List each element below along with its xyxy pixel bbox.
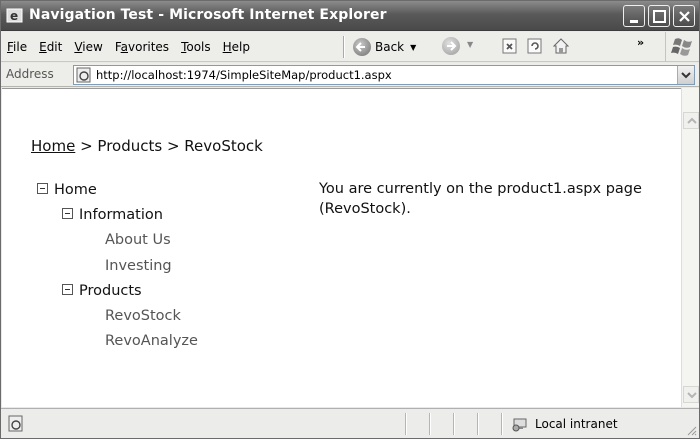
menu-tools-rest: ools xyxy=(186,40,211,54)
status-pane-divider xyxy=(405,413,407,435)
tree-node-home[interactable]: Home xyxy=(37,182,97,198)
chevron-up-icon xyxy=(687,117,697,124)
tree-node-investing[interactable]: Investing xyxy=(105,258,172,274)
forward-dropdown-icon[interactable]: ▼ xyxy=(467,40,473,49)
address-dropdown-button[interactable] xyxy=(677,66,694,84)
close-button[interactable] xyxy=(673,5,695,27)
menu-view[interactable]: View xyxy=(70,40,110,54)
intranet-zone-icon xyxy=(512,418,527,432)
maximize-button[interactable] xyxy=(648,5,670,27)
breadcrumb: Home > Products > RevoStock xyxy=(31,137,263,155)
menu-favorites[interactable]: Favorites xyxy=(111,40,177,54)
tree-node-revostock[interactable]: RevoStock xyxy=(105,308,181,324)
scroll-up-button[interactable] xyxy=(683,112,699,129)
stop-icon[interactable] xyxy=(501,37,519,55)
page-status-icon xyxy=(8,415,23,432)
address-input[interactable]: http://localhost:1974/SimpleSiteMap/prod… xyxy=(73,65,695,85)
tree-node-revoanalyze[interactable]: RevoAnalyze xyxy=(105,333,198,349)
tree-node-products[interactable]: Products xyxy=(62,283,142,299)
breadcrumb-products[interactable]: Products xyxy=(97,137,162,155)
maximize-icon xyxy=(653,10,666,23)
status-bar: Local intranet xyxy=(1,408,699,438)
breadcrumb-separator: > xyxy=(162,137,185,155)
menu-file[interactable]: File xyxy=(3,40,35,54)
forward-arrow-icon xyxy=(447,41,457,51)
breadcrumb-home-link[interactable]: Home xyxy=(31,137,75,155)
breadcrumb-current: RevoStock xyxy=(184,137,263,155)
toolbar-overflow-chevron[interactable]: » xyxy=(637,36,644,49)
forward-button[interactable] xyxy=(442,37,460,55)
menu-file-rest: ile xyxy=(13,40,28,54)
menu-help[interactable]: Help xyxy=(219,40,258,54)
breadcrumb-separator: > xyxy=(75,137,98,155)
tree-node-information[interactable]: Information xyxy=(62,207,163,223)
tree-label-home[interactable]: Home xyxy=(54,182,97,198)
chevron-down-icon xyxy=(687,392,697,399)
resize-grip-icon[interactable] xyxy=(685,424,697,436)
status-pane-divider xyxy=(477,413,479,435)
address-label: Address xyxy=(6,67,54,81)
tree-node-about-us[interactable]: About Us xyxy=(105,232,171,248)
menu-edit-accel: E xyxy=(39,40,47,54)
page-icon xyxy=(76,67,91,83)
menu-help-rest: elp xyxy=(231,40,251,54)
refresh-icon[interactable] xyxy=(526,37,544,55)
scroll-down-button[interactable] xyxy=(683,386,699,403)
minimize-button[interactable] xyxy=(623,5,645,27)
menu-edit[interactable]: Edit xyxy=(35,40,70,54)
tree-label-information[interactable]: Information xyxy=(79,207,163,223)
back-label: Back xyxy=(375,40,405,54)
ie-logo-icon: e xyxy=(6,8,23,23)
security-zone[interactable]: Local intranet xyxy=(511,416,618,432)
menu-favorites-rest: vorites xyxy=(128,40,170,54)
home-icon[interactable] xyxy=(552,37,570,55)
menu-tools[interactable]: Tools xyxy=(177,40,219,54)
menu-edit-rest: dit xyxy=(46,40,63,54)
menu-toolbar-row: File Edit View Favorites Tools Help Back… xyxy=(1,32,699,62)
minimize-icon xyxy=(630,20,638,23)
browser-window: e Navigation Test - Microsoft Internet E… xyxy=(0,0,700,439)
windows-flag-logo xyxy=(665,32,699,62)
menu-view-rest: iew xyxy=(82,40,103,54)
menu-bar: File Edit View Favorites Tools Help xyxy=(3,40,258,54)
current-page-message: You are currently on the product1.aspx p… xyxy=(319,181,642,217)
vertical-scrollbar[interactable] xyxy=(681,88,699,407)
toolbar-separator xyxy=(343,36,345,58)
title-bar[interactable]: e Navigation Test - Microsoft Internet E… xyxy=(1,1,699,31)
address-url: http://localhost:1974/SimpleSiteMap/prod… xyxy=(96,68,392,82)
back-button[interactable]: Back ▼ xyxy=(353,37,416,57)
status-pane-divider xyxy=(429,413,431,435)
close-icon xyxy=(679,11,690,22)
collapse-icon[interactable] xyxy=(37,183,48,194)
tree-label-products[interactable]: Products xyxy=(79,283,142,299)
window-title: Navigation Test - Microsoft Internet Exp… xyxy=(29,7,387,23)
chevron-down-icon xyxy=(681,72,691,79)
page-content: Home > Products > RevoStock Home Informa… xyxy=(2,88,681,407)
security-zone-label: Local intranet xyxy=(535,417,618,431)
status-pane-divider xyxy=(501,413,503,435)
svg-text:e: e xyxy=(10,9,18,23)
collapse-icon[interactable] xyxy=(62,284,73,295)
status-pane-divider xyxy=(453,413,455,435)
collapse-icon[interactable] xyxy=(62,208,73,219)
back-arrow-icon xyxy=(353,38,371,56)
menu-help-accel: H xyxy=(222,40,232,54)
back-dropdown-icon[interactable]: ▼ xyxy=(410,43,416,52)
menu-favorites-accel: a xyxy=(120,40,128,54)
address-bar-row: Address http://localhost:1974/SimpleSite… xyxy=(1,63,699,87)
